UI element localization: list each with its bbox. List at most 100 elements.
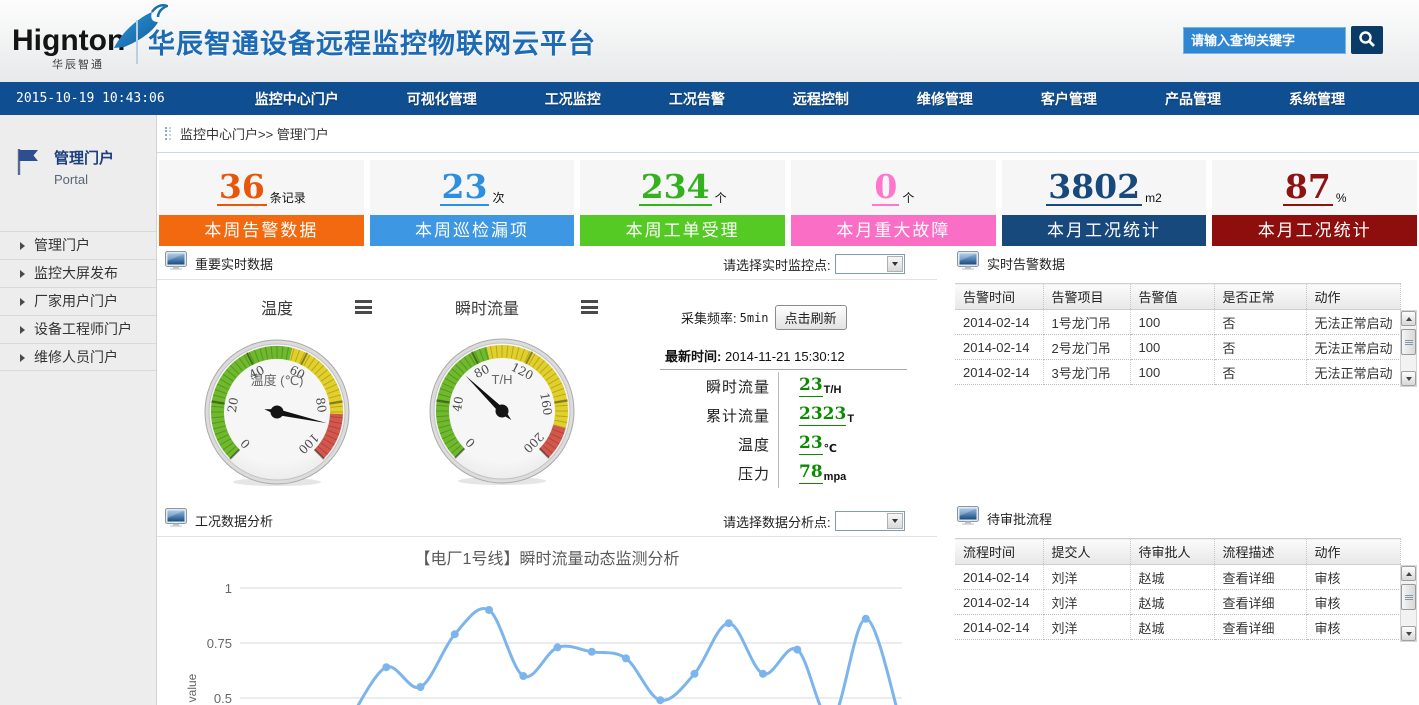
triangle-down-icon — [1406, 377, 1412, 381]
stat-value[interactable]: 87 — [1283, 170, 1333, 206]
latest-divider — [660, 369, 907, 370]
nav-item[interactable]: 监控中心门户 — [255, 89, 339, 109]
realtime-point-select[interactable] — [835, 254, 905, 274]
metric-unit: T/H — [824, 384, 842, 396]
section-title: 重要实时数据 — [195, 254, 273, 273]
svg-text:value: value — [185, 673, 199, 702]
column-header: 动作 — [1306, 539, 1400, 565]
scroll-up-button[interactable] — [1401, 311, 1416, 326]
section-divider — [157, 279, 937, 280]
dotted-handle-icon — [165, 127, 171, 140]
triangle-down-icon — [1406, 632, 1412, 636]
stat-value[interactable]: 23 — [440, 170, 490, 206]
section-title: 待审批流程 — [987, 509, 1052, 528]
breadcrumb[interactable]: 监控中心门户>> 管理门户 — [165, 124, 329, 143]
flow-line-chart: 10.750.5value — [157, 568, 947, 705]
sidebar-item[interactable]: 监控大屏发布 — [0, 259, 156, 287]
stat-card[interactable]: 234 个 本周工单受理 — [580, 160, 785, 246]
portal-subtitle: Portal — [54, 172, 114, 187]
section-title: 实时告警数据 — [987, 254, 1065, 273]
metric-row: 瞬时流量 23 T/H — [660, 372, 915, 401]
stat-unit: 个 — [715, 189, 727, 206]
column-header: 是否正常 — [1214, 284, 1306, 310]
breadcrumb-text: 监控中心门户>> 管理门户 — [180, 124, 329, 143]
latest-time-value: 2014-11-21 15:30:12 — [725, 349, 845, 364]
search-input[interactable] — [1183, 27, 1346, 54]
svg-text:80: 80 — [313, 396, 329, 413]
sidebar: 管理门户 Portal 管理门户监控大屏发布厂家用户门户设备工程师门户维修人员门… — [0, 115, 157, 705]
top-header: Hignton 华辰智通 华辰智通设备远程监控物联网云平台 — [0, 0, 1419, 82]
column-header: 告警值 — [1130, 284, 1214, 310]
stat-card[interactable]: 36 条记录 本周告警数据 — [159, 160, 364, 246]
sidebar-item[interactable]: 管理门户 — [0, 231, 156, 259]
stat-label: 本月重大故障 — [791, 215, 996, 246]
frequency-value: 5min — [740, 311, 769, 325]
table-row: 2014-02-141号龙门吊100否无法正常启动 — [955, 310, 1400, 335]
stat-card[interactable]: 87 % 本月工况统计 — [1212, 160, 1417, 246]
stat-value[interactable]: 3802 — [1046, 170, 1142, 206]
stat-value[interactable]: 0 — [872, 170, 899, 206]
monitor-icon — [165, 508, 187, 532]
nav-item[interactable]: 维修管理 — [917, 89, 973, 109]
search-icon — [1358, 30, 1376, 51]
sidebar-item[interactable]: 厂家用户门户 — [0, 287, 156, 315]
stat-card[interactable]: 0 个 本月重大故障 — [791, 160, 996, 246]
scroll-thumb[interactable] — [1401, 329, 1416, 355]
metric-unit: ℃ — [824, 442, 837, 455]
column-header: 告警时间 — [955, 284, 1043, 310]
latest-time-label: 最新时间: — [665, 349, 721, 364]
stat-card[interactable]: 3802 m2 本月工况统计 — [1002, 160, 1207, 246]
svg-text:20: 20 — [225, 396, 241, 413]
metric-unit: mpa — [824, 471, 847, 483]
select-label: 请选择数据分析点: — [723, 512, 831, 531]
stat-value[interactable]: 36 — [217, 170, 267, 206]
stat-value[interactable]: 234 — [639, 170, 712, 206]
select-dropdown-button[interactable] — [887, 513, 903, 529]
refresh-button[interactable]: 点击刷新 — [775, 305, 847, 330]
nav-item[interactable]: 客户管理 — [1041, 89, 1097, 109]
hamburger-icon[interactable] — [581, 300, 598, 317]
scroll-down-button[interactable] — [1401, 371, 1416, 386]
select-dropdown-button[interactable] — [887, 256, 903, 272]
stat-label: 本月工况统计 — [1002, 215, 1207, 246]
scroll-thumb[interactable] — [1401, 584, 1416, 610]
flow-gauge: 04080120160200T/H — [427, 336, 577, 486]
stat-card[interactable]: 23 次 本周巡检漏项 — [370, 160, 575, 246]
nav-item[interactable]: 系统管理 — [1289, 89, 1345, 109]
nav-item[interactable]: 工况告警 — [669, 89, 725, 109]
sidebar-item[interactable]: 设备工程师门户 — [0, 315, 156, 343]
nav-item[interactable]: 远程控制 — [793, 89, 849, 109]
logo: Hignton 华辰智通 — [12, 12, 142, 78]
nav-item[interactable]: 产品管理 — [1165, 89, 1221, 109]
analysis-section-header: 工况数据分析 — [165, 508, 273, 532]
metric-row: 温度 23 ℃ — [660, 430, 915, 459]
nav-item[interactable]: 工况监控 — [545, 89, 601, 109]
stat-label: 本周巡检漏项 — [370, 215, 575, 246]
hamburger-icon[interactable] — [355, 300, 372, 317]
analysis-point-select[interactable] — [835, 511, 905, 531]
metric-name: 压力 — [660, 463, 770, 484]
stat-label: 本周告警数据 — [159, 215, 364, 246]
main-nav: 2015-10-19 10:43:06 监控中心门户可视化管理工况监控工况告警远… — [0, 82, 1419, 115]
scroll-down-button[interactable] — [1401, 626, 1416, 641]
table-scrollbar[interactable] — [1400, 565, 1417, 642]
nav-item[interactable]: 可视化管理 — [407, 89, 477, 109]
table-row: 2014-02-143号龙门吊100否无法正常启动 — [955, 360, 1400, 385]
triangle-up-icon — [1406, 572, 1412, 576]
metrics-list: 瞬时流量 23 T/H累计流量 2323 T温度 23 ℃压力 78 mpa — [660, 372, 915, 488]
table-scrollbar[interactable] — [1400, 310, 1417, 387]
monitor-icon — [957, 506, 979, 530]
triangle-up-icon — [1406, 317, 1412, 321]
svg-text:温度 (℃): 温度 (℃) — [251, 373, 304, 388]
scroll-up-button[interactable] — [1401, 566, 1416, 581]
monitor-icon — [957, 251, 979, 275]
search-button[interactable] — [1351, 26, 1383, 54]
chevron-down-icon — [892, 519, 898, 523]
metric-name: 累计流量 — [660, 405, 770, 426]
search-box — [1183, 26, 1383, 54]
section-divider — [157, 536, 937, 537]
sidebar-item[interactable]: 维修人员门户 — [0, 343, 156, 371]
svg-text:0.75: 0.75 — [207, 636, 232, 651]
column-header: 告警项目 — [1043, 284, 1130, 310]
svg-text:40: 40 — [450, 395, 466, 412]
